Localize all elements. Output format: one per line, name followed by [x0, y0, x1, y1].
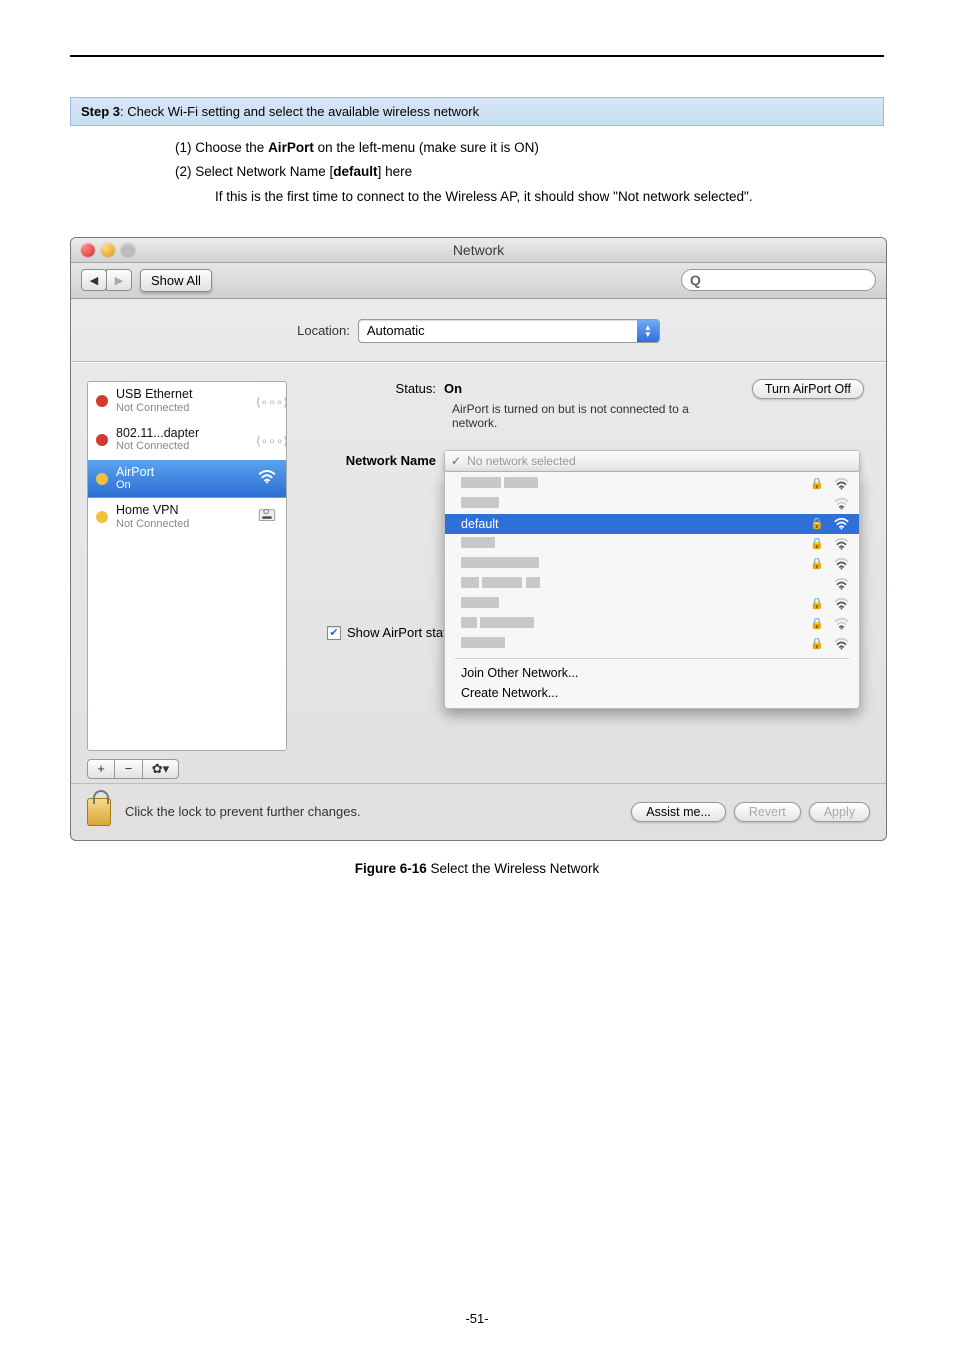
interface-sidebar: USB Ethernet Not Connected ⟨∘∘∘⟩ 802.11.… — [87, 381, 287, 751]
network-item[interactable]: default 🔒 — [445, 514, 859, 534]
step-header: Step 3: Check Wi-Fi setting and select t… — [70, 97, 884, 126]
lock-icon: 🔒 — [810, 617, 824, 630]
lock-text: Click the lock to prevent further change… — [125, 804, 623, 819]
network-name-label: Network Name — [309, 453, 444, 468]
network-item[interactable]: 🔒 — [445, 634, 859, 654]
lock-icon: 🔒 — [810, 517, 824, 530]
chevron-up-down-icon: ▲▼ — [637, 320, 659, 342]
sidebar-item[interactable]: Home VPN Not Connected — [88, 498, 286, 537]
network-item[interactable]: 🔒 — [445, 534, 859, 554]
turn-airport-off-button[interactable]: Turn AirPort Off — [752, 379, 864, 399]
lock-icon: 🔒 — [810, 597, 824, 610]
apply-button[interactable]: Apply — [809, 802, 870, 822]
create-network[interactable]: Create Network... — [445, 683, 859, 708]
back-button[interactable]: ◀ — [81, 269, 107, 291]
lock-icon: 🔒 — [810, 637, 824, 650]
forward-button[interactable]: ▶ — [106, 269, 132, 291]
network-item[interactable]: 🔒 — [445, 474, 859, 494]
lock-icon: 🔒 — [810, 477, 824, 490]
instructions: (1) Choose the AirPort on the left-menu … — [70, 136, 884, 209]
page-number: -51- — [0, 1311, 954, 1326]
assist-me-button[interactable]: Assist me... — [631, 802, 726, 822]
network-item[interactable]: 🔒 — [445, 554, 859, 574]
add-interface-button[interactable]: + — [87, 759, 115, 779]
interface-type-icon — [256, 509, 278, 526]
close-icon[interactable] — [81, 243, 95, 257]
network-item[interactable]: 🔒 — [445, 494, 859, 514]
zoom-icon[interactable] — [121, 243, 135, 257]
gear-menu-button[interactable]: ✿▾ — [143, 759, 179, 779]
network-item[interactable]: 🔒 — [445, 614, 859, 634]
network-window: Network ◀ ▶ Show All Q Location: Automat… — [70, 237, 887, 841]
remove-interface-button[interactable]: − — [115, 759, 143, 779]
status-label: Status: — [309, 381, 444, 396]
location-dropdown[interactable]: Automatic ▲▼ — [358, 319, 660, 343]
lock-icon: 🔒 — [810, 557, 824, 570]
sidebar-item[interactable]: AirPort On — [88, 460, 286, 499]
network-name-dropdown[interactable]: ✓ No network selected 🔒 🔒 default 🔒 — [444, 450, 860, 472]
location-label: Location: — [297, 323, 350, 338]
minimize-icon[interactable] — [101, 243, 115, 257]
status-description: AirPort is turned on but is not connecte… — [452, 402, 732, 430]
search-icon: Q — [690, 272, 701, 288]
sidebar-item[interactable]: USB Ethernet Not Connected ⟨∘∘∘⟩ — [88, 382, 286, 421]
status-value: On — [444, 381, 462, 396]
network-item[interactable]: 🔒 — [445, 574, 859, 594]
interface-type-icon: ⟨∘∘∘⟩ — [256, 432, 278, 448]
network-item[interactable]: 🔒 — [445, 594, 859, 614]
lock-icon[interactable] — [87, 798, 111, 826]
lock-icon: 🔒 — [810, 537, 824, 550]
search-input[interactable]: Q — [681, 269, 876, 291]
check-icon: ✓ — [451, 454, 461, 468]
figure-caption: Figure 6-16 Select the Wireless Network — [70, 861, 884, 876]
revert-button[interactable]: Revert — [734, 802, 801, 822]
window-title: Network — [71, 242, 886, 258]
show-all-button[interactable]: Show All — [140, 269, 212, 292]
interface-type-icon: ⟨∘∘∘⟩ — [256, 393, 278, 409]
interface-type-icon — [256, 470, 278, 487]
sidebar-item[interactable]: 802.11...dapter Not Connected ⟨∘∘∘⟩ — [88, 421, 286, 460]
join-other-network[interactable]: Join Other Network... — [445, 663, 859, 683]
show-menubar-checkbox[interactable]: ✔ — [327, 626, 341, 640]
